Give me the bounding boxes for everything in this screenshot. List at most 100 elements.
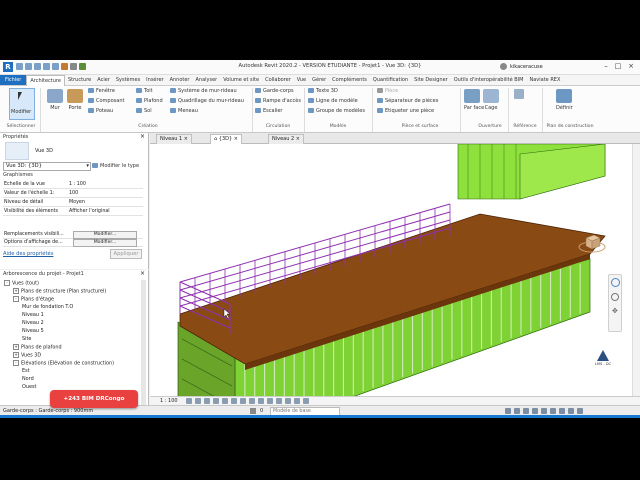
graphics-section[interactable]: Graphismes bbox=[3, 172, 33, 178]
browser-scrollbar[interactable] bbox=[141, 280, 146, 410]
selection-filter-icon[interactable] bbox=[550, 408, 556, 414]
model-text-button[interactable]: Texte 3D bbox=[308, 88, 338, 94]
tab-insert[interactable]: Insérer bbox=[143, 75, 166, 85]
opening-group-label[interactable]: Ouverture bbox=[472, 124, 508, 129]
select-group-label[interactable]: Sélectionner bbox=[3, 124, 39, 129]
tab-view[interactable]: Vue bbox=[294, 75, 309, 85]
collapse-icon[interactable]: - bbox=[4, 280, 10, 286]
vg-overrides-button[interactable]: Modifier... bbox=[73, 231, 137, 239]
by-face-button[interactable]: Par face bbox=[464, 89, 484, 111]
view-tab-3d[interactable]: ⌂ {3D} × bbox=[210, 134, 242, 144]
model-group-panel-label[interactable]: Modèle bbox=[318, 124, 358, 129]
3d-viewport[interactable]: ✥ LMS - DC bbox=[150, 144, 632, 396]
tab-analyze[interactable]: Analyser bbox=[193, 75, 221, 85]
close-icon[interactable]: × bbox=[296, 136, 300, 142]
revit-logo-icon[interactable]: R bbox=[3, 62, 13, 72]
tab-addins[interactable]: Compléments bbox=[329, 75, 370, 85]
curtain-system-button[interactable]: Système de mur-rideau bbox=[170, 88, 237, 94]
view-control-icon[interactable] bbox=[276, 398, 282, 404]
selection-filter-icon[interactable] bbox=[505, 408, 511, 414]
browser-item[interactable]: Niveau 1 bbox=[22, 312, 44, 318]
selection-filter-icon[interactable] bbox=[559, 408, 565, 414]
whatsapp-badge[interactable]: +243 BIM DRCongo bbox=[50, 390, 138, 408]
pan-icon[interactable]: ✥ bbox=[612, 307, 618, 315]
selection-filter-icon[interactable] bbox=[568, 408, 574, 414]
3d-model-canvas[interactable] bbox=[150, 144, 632, 396]
tab-architecture[interactable]: Architecture bbox=[26, 75, 65, 86]
undo-icon[interactable] bbox=[34, 63, 41, 70]
column-button[interactable]: Poteau bbox=[88, 108, 113, 114]
property-value[interactable]: Moyen bbox=[69, 199, 85, 206]
ramp-button[interactable]: Rampe d'accès bbox=[255, 98, 301, 104]
user-icon[interactable] bbox=[500, 63, 507, 70]
railing-button[interactable]: Garde-corps bbox=[255, 88, 294, 94]
browser-item[interactable]: Site bbox=[22, 336, 31, 342]
browser-item[interactable]: + Vues 3D bbox=[13, 352, 41, 359]
zoom-icon[interactable] bbox=[611, 293, 619, 301]
tab-manage[interactable]: Gérer bbox=[309, 75, 329, 85]
collapse-icon[interactable]: - bbox=[13, 360, 19, 366]
edit-type-button[interactable]: Modifier le type bbox=[92, 163, 139, 169]
measure-icon[interactable] bbox=[61, 63, 68, 70]
view-cube[interactable] bbox=[578, 232, 606, 254]
view-control-icon[interactable] bbox=[303, 398, 309, 404]
room-button[interactable]: Pièce bbox=[377, 88, 398, 94]
curtain-grid-button[interactable]: Quadrillage du mur-rideau bbox=[170, 98, 244, 104]
browser-item[interactable]: + Plans de plafond bbox=[13, 344, 62, 351]
view-control-icon[interactable] bbox=[231, 398, 237, 404]
tab-file[interactable]: Fichier bbox=[0, 75, 27, 85]
browser-item[interactable]: Nord bbox=[22, 376, 34, 382]
tab-structure[interactable]: Structure bbox=[65, 75, 94, 85]
user-name[interactable]: kikaceracuse bbox=[510, 64, 543, 70]
tag-room-button[interactable]: Etiqueter une pièce bbox=[377, 108, 434, 114]
browser-item[interactable]: Est bbox=[22, 368, 30, 374]
redo-icon[interactable] bbox=[43, 63, 50, 70]
wall-button[interactable]: Mur bbox=[47, 89, 63, 111]
view-tab-level-1[interactable]: Niveau 1 × bbox=[156, 134, 192, 144]
model-group-button[interactable]: Groupe de modèles bbox=[308, 108, 365, 114]
close-icon[interactable]: × bbox=[184, 136, 188, 142]
modify-button[interactable]: Modifier bbox=[9, 88, 35, 120]
selection-filter-icon[interactable] bbox=[514, 408, 520, 414]
upper-container-end[interactable] bbox=[519, 144, 606, 200]
selection-filter-icon[interactable] bbox=[523, 408, 529, 414]
property-value[interactable]: Afficher l'original bbox=[69, 208, 110, 215]
tab-quantification[interactable]: Quantification bbox=[370, 75, 411, 85]
view-tab-level-2[interactable]: Niveau 2 × bbox=[268, 134, 304, 144]
expand-icon[interactable]: + bbox=[13, 288, 19, 294]
open-icon[interactable] bbox=[16, 63, 23, 70]
browser-item[interactable]: - Elévations (Elévation de construction) bbox=[13, 360, 114, 367]
work-plane-group-label[interactable]: Plan de construction bbox=[543, 124, 597, 129]
browser-item[interactable]: - Vues (tout) bbox=[4, 280, 39, 287]
close-icon[interactable]: × bbox=[234, 136, 238, 142]
view-control-icon[interactable] bbox=[195, 398, 201, 404]
datum-group-label[interactable]: Référence bbox=[508, 124, 542, 129]
steering-wheel-icon[interactable] bbox=[611, 278, 620, 287]
view-control-icon[interactable] bbox=[294, 398, 300, 404]
maximize-button[interactable]: □ bbox=[612, 62, 624, 71]
shaft-button[interactable]: Cage bbox=[483, 89, 499, 111]
print-icon[interactable] bbox=[52, 63, 59, 70]
type-selector[interactable]: Vue 3D: {3D} ▾ bbox=[3, 162, 91, 171]
expand-icon[interactable]: + bbox=[13, 344, 19, 350]
view-control-icon[interactable] bbox=[222, 398, 228, 404]
level-button[interactable] bbox=[514, 89, 524, 99]
component-button[interactable]: Composant bbox=[88, 98, 124, 104]
viewport-scrollbar[interactable] bbox=[632, 144, 640, 396]
selection-filter-icon[interactable] bbox=[532, 408, 538, 414]
build-group-label[interactable]: Création bbox=[130, 124, 166, 129]
close-button[interactable]: × bbox=[625, 62, 637, 71]
room-separator-button[interactable]: Séparateur de pièces bbox=[377, 98, 438, 104]
view-control-icon[interactable] bbox=[204, 398, 210, 404]
door-button[interactable]: Porte bbox=[67, 89, 83, 111]
close-icon[interactable]: × bbox=[140, 270, 145, 277]
view-scale[interactable]: 1 : 100 bbox=[160, 398, 178, 404]
tab-collaborate[interactable]: Collaborer bbox=[262, 75, 294, 85]
roof-button[interactable]: Toit bbox=[136, 88, 153, 94]
3d-view-icon[interactable] bbox=[79, 63, 86, 70]
view-control-icon[interactable] bbox=[240, 398, 246, 404]
apply-button[interactable]: Appliquer bbox=[110, 249, 142, 259]
tab-bim-interop[interactable]: Outils d'interopérabilité BIM bbox=[451, 75, 527, 85]
view-control-icon[interactable] bbox=[285, 398, 291, 404]
floor-button[interactable]: Sol bbox=[136, 108, 152, 114]
